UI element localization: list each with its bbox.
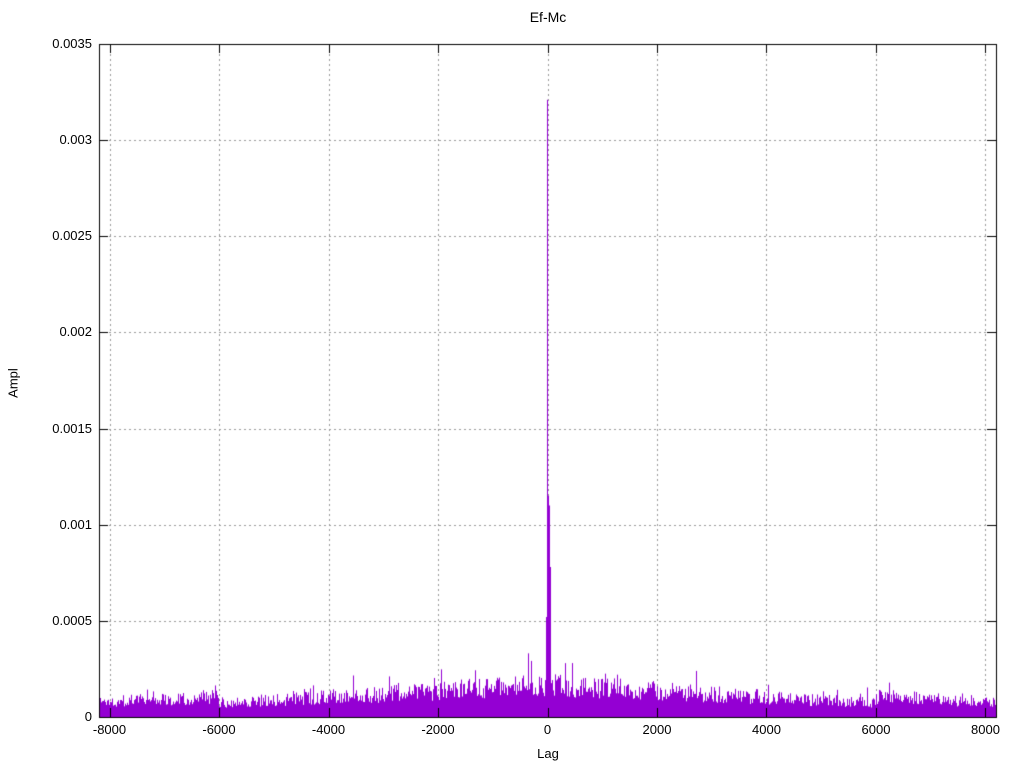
y-tick-label: 0.003 [0,132,92,148]
y-tick-label: 0.0025 [0,228,92,244]
plot-area [0,0,1024,768]
x-axis-label: Lag [537,746,559,761]
y-tick-label: 0.001 [0,517,92,533]
x-tick-label: -4000 [312,722,345,737]
chart-title: Ef-Mc [530,9,567,25]
x-tick-label: 0 [544,722,551,737]
y-axis-label: Ampl [6,368,21,398]
y-tick-label: 0.002 [0,324,92,340]
x-tick-label: 8000 [971,722,1000,737]
x-tick-label: -8000 [93,722,126,737]
y-tick-label: 0.0015 [0,421,92,437]
y-tick-label: 0.0005 [0,613,92,629]
gnuplot-window: Ef-Mc Ampl Lag -8000 -6000 -4000 -2000 0 2000… [0,0,1024,768]
y-tick-label: 0 [0,709,92,725]
x-tick-label: -6000 [202,722,235,737]
y-tick-label: 0.0035 [0,36,92,52]
x-tick-label: 4000 [752,722,781,737]
x-tick-label: -2000 [421,722,454,737]
x-tick-label: 2000 [643,722,672,737]
x-tick-label: 6000 [862,722,891,737]
